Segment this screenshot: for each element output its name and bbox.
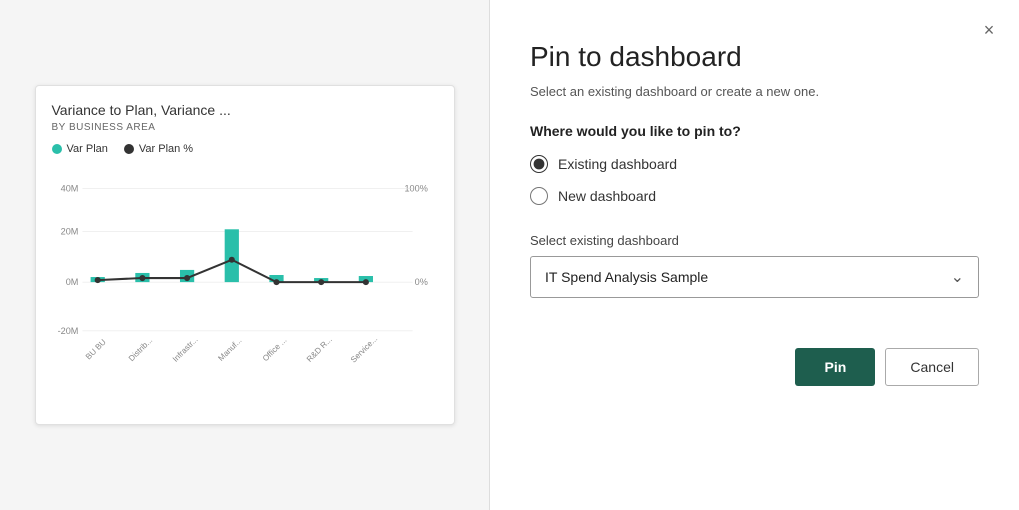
radio-existing-label: Existing dashboard [558,156,677,172]
svg-text:Manuf...: Manuf... [216,336,243,363]
chart-svg: 40M 20M 0M -20M 100% 0% [52,165,438,385]
chevron-down-icon: ⌄ [951,267,964,287]
legend-label-varplan: Var Plan [67,143,108,155]
svg-text:Service...: Service... [348,334,378,364]
dialog-overlay: Variance to Plan, Variance ... BY BUSINE… [0,0,1019,510]
radio-group: Existing dashboard New dashboard [530,155,979,205]
pin-button[interactable]: Pin [795,348,875,386]
svg-text:Office ...: Office ... [260,336,288,364]
radio-existing-input[interactable] [530,155,548,173]
svg-text:Distrib...: Distrib... [126,336,153,363]
radio-existing-dashboard[interactable]: Existing dashboard [530,155,979,173]
radio-new-dashboard[interactable]: New dashboard [530,187,979,205]
svg-text:-20M: -20M [57,326,78,336]
chart-title: Variance to Plan, Variance ... [52,102,438,118]
chart-card: Variance to Plan, Variance ... BY BUSINE… [35,85,455,425]
close-button[interactable]: × [975,16,1003,44]
cancel-button[interactable]: Cancel [885,348,979,386]
chart-legend: Var Plan Var Plan % [52,143,438,155]
radio-new-input[interactable] [530,187,548,205]
legend-dot-varplanpct [124,144,134,154]
legend-dot-varplan [52,144,62,154]
dropdown-value: IT Spend Analysis Sample [545,269,708,285]
svg-text:20M: 20M [60,226,78,236]
chart-area: 40M 20M 0M -20M 100% 0% [52,165,438,385]
dropdown-label: Select existing dashboard [530,233,979,248]
pin-question: Where would you like to pin to? [530,123,979,139]
dialog-title: Pin to dashboard [530,40,979,74]
svg-text:0%: 0% [414,277,427,287]
dashboard-dropdown[interactable]: IT Spend Analysis Sample ⌄ [530,256,979,298]
dialog-panel: × Pin to dashboard Select an existing da… [490,0,1019,510]
radio-new-label: New dashboard [558,188,656,204]
svg-text:R&D R...: R&D R... [304,335,333,364]
chart-subtitle: BY BUSINESS AREA [52,122,438,133]
svg-text:0M: 0M [65,277,78,287]
dropdown-container: IT Spend Analysis Sample ⌄ [530,256,979,298]
dialog-subtitle: Select an existing dashboard or create a… [530,84,979,99]
svg-text:BU BU: BU BU [83,337,107,361]
chart-panel: Variance to Plan, Variance ... BY BUSINE… [0,0,490,510]
legend-label-varplanpct: Var Plan % [139,143,193,155]
legend-item-varplanpct: Var Plan % [124,143,193,155]
dialog-footer: Pin Cancel [530,328,979,386]
svg-text:Infrastr...: Infrastr... [170,335,199,364]
legend-item-varplan: Var Plan [52,143,108,155]
svg-text:40M: 40M [60,184,78,194]
